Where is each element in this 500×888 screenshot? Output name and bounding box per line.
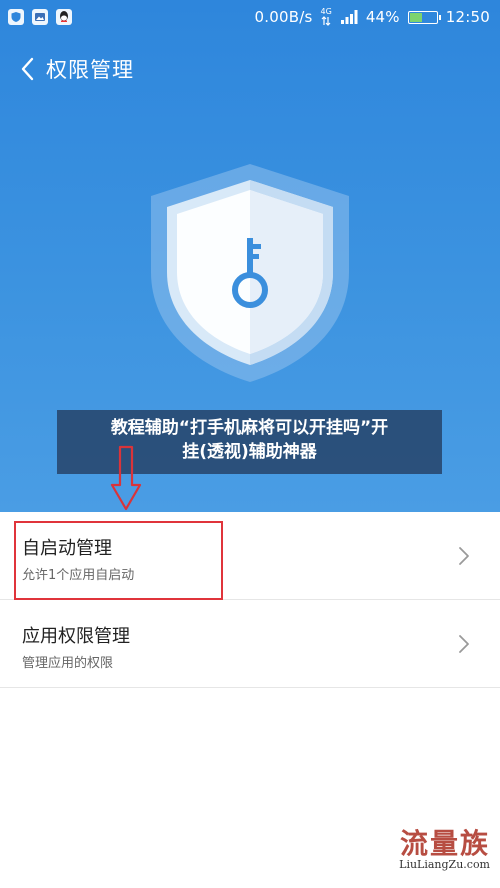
network-4g-icon: 4G	[321, 8, 332, 26]
shield-key-icon	[151, 164, 349, 382]
security-app-icon	[8, 9, 24, 25]
gallery-app-icon	[32, 9, 48, 25]
item-title: 自启动管理	[22, 538, 112, 559]
chevron-right-icon	[459, 547, 469, 565]
status-indicators: 0.00B/s 4G 44% 12:50	[254, 8, 490, 27]
notification-icons	[8, 9, 72, 25]
status-bar: 0.00B/s 4G 44% 12:50	[0, 0, 500, 36]
item-subtitle: 允许1个应用自启动	[22, 568, 135, 583]
nav-bar: 权限管理	[0, 48, 500, 92]
permission-list: 自启动管理 允许1个应用自启动 应用权限管理 管理应用的权限	[0, 512, 500, 688]
battery-icon	[407, 10, 441, 24]
down-arrow-annotation-icon	[110, 445, 142, 511]
battery-percent: 44%	[365, 8, 400, 26]
network-speed: 0.00B/s	[254, 8, 313, 26]
highlight-box	[14, 521, 223, 600]
network-type-label: 4G	[320, 7, 332, 16]
list-item-app-permissions[interactable]: 应用权限管理 管理应用的权限	[0, 600, 500, 688]
item-title: 应用权限管理	[22, 626, 130, 647]
battery-fill	[409, 12, 423, 22]
page-title: 权限管理	[46, 58, 134, 82]
qq-app-icon	[56, 9, 72, 25]
watermark: 流量族 LiuLiangZu.com	[350, 822, 490, 876]
chevron-right-icon	[459, 635, 469, 653]
back-icon[interactable]	[18, 56, 38, 82]
clock: 12:50	[445, 8, 490, 26]
list-item-auto-start[interactable]: 自启动管理 允许1个应用自启动	[0, 512, 500, 600]
watermark-url: LiuLiangZu.com	[399, 858, 490, 871]
item-subtitle: 管理应用的权限	[22, 656, 114, 671]
hero-header: 0.00B/s 4G 44% 12:50 权限管理 教程辅助“打手机麻将可以开挂…	[0, 0, 500, 512]
caption-line-1: 教程辅助“打手机麻将可以开挂吗”开	[110, 418, 389, 438]
watermark-logo: 流量族	[399, 827, 490, 860]
signal-icon	[340, 10, 358, 24]
